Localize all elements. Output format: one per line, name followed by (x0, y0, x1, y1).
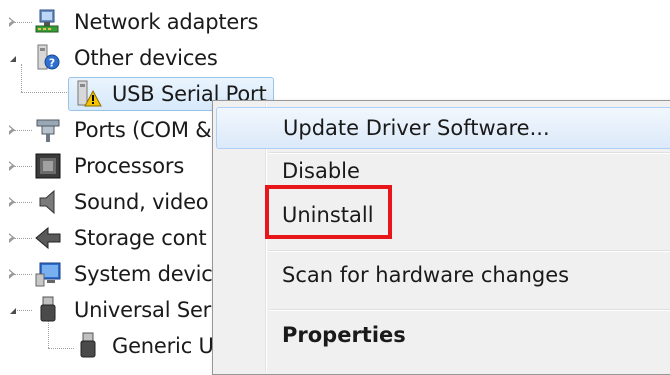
menu-separator (269, 309, 670, 311)
menu-item-disable[interactable]: Disable (216, 150, 670, 192)
menu-item-update-driver[interactable]: Update Driver Software... (216, 107, 670, 149)
tree-item-label: Other devices (74, 46, 218, 70)
menu-item-label: Uninstall (282, 203, 374, 227)
svg-text:?: ? (49, 57, 55, 70)
expand-arrow-icon[interactable] (6, 195, 18, 209)
unknown-device-icon: ? (32, 42, 64, 74)
menu-separator (269, 250, 670, 252)
storage-controller-icon (32, 222, 64, 254)
collapse-arrow-icon[interactable] (6, 51, 18, 65)
tree-item-label: Generic U (112, 334, 214, 358)
processor-icon (32, 150, 64, 182)
tree-item-network-adapters[interactable]: Network adapters (0, 5, 280, 39)
menu-item-label: Update Driver Software... (283, 116, 550, 140)
tree-item-label: Network adapters (74, 10, 259, 34)
menu-item-label: Disable (282, 159, 360, 183)
system-device-icon (32, 258, 64, 290)
menu-item-scan-hardware[interactable]: Scan for hardware changes (216, 254, 670, 296)
collapse-arrow-icon[interactable] (6, 303, 18, 317)
tree-item-other-devices[interactable]: ? Other devices (0, 41, 280, 75)
menu-item-uninstall[interactable]: Uninstall (216, 194, 670, 236)
network-adapter-icon (32, 6, 64, 38)
usb-icon (32, 294, 64, 326)
expand-arrow-icon[interactable] (6, 231, 18, 245)
port-icon (32, 114, 64, 146)
speaker-icon (32, 186, 64, 218)
expand-arrow-icon[interactable] (6, 267, 18, 281)
tree-item-label: Ports (COM & (74, 118, 212, 142)
menu-item-label: Properties (282, 323, 406, 347)
tree-item-label: Processors (74, 154, 185, 178)
warning-device-icon (72, 78, 104, 110)
tree-item-label: Universal Ser (74, 298, 212, 322)
tree-item-label: System devic (74, 262, 213, 286)
context-menu: Update Driver Software... Disable Uninst… (212, 100, 670, 375)
menu-item-properties[interactable]: Properties (216, 314, 670, 356)
usb-icon (72, 330, 104, 362)
tree-item-label: Sound, video (74, 190, 209, 214)
tree-connector (21, 92, 73, 93)
expand-arrow-icon[interactable] (6, 15, 18, 29)
tree-item-label: Storage cont (74, 226, 207, 250)
expand-arrow-icon[interactable] (6, 159, 18, 173)
expand-arrow-icon[interactable] (6, 123, 18, 137)
menu-item-label: Scan for hardware changes (282, 263, 570, 287)
